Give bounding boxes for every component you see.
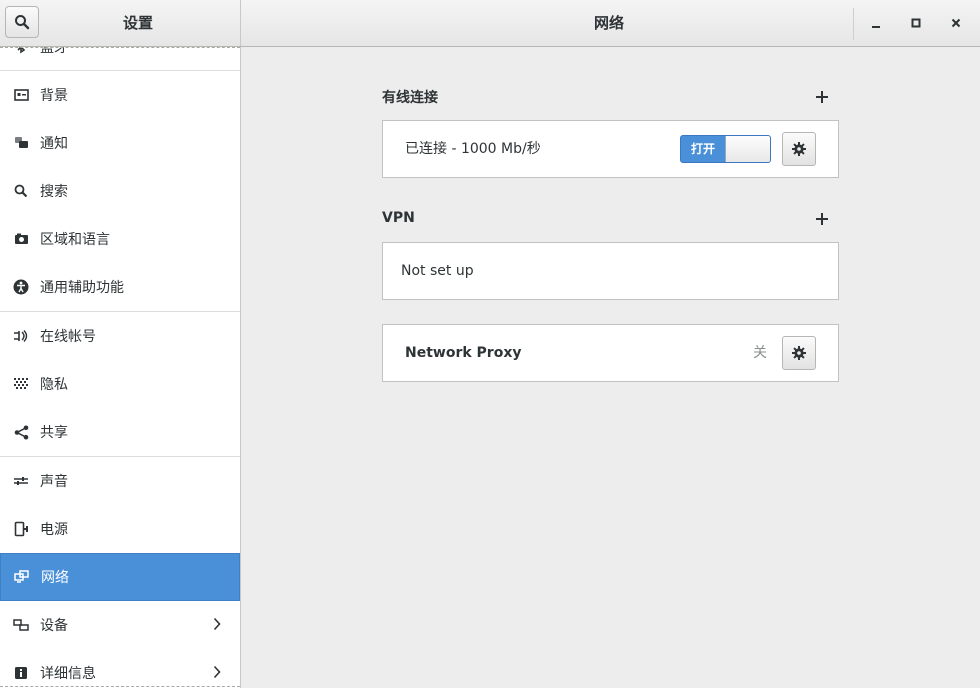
region-language-icon [12,230,30,248]
proxy-title: Network Proxy [405,345,522,361]
add-vpn-button[interactable] [814,211,830,227]
sidebar: 蓝牙 背景 通知 搜索 区域和语言 通用辅助功能 在线帐号 隐私 共享 声音 电… [0,47,241,688]
close-icon [951,18,961,28]
search-icon [12,182,30,200]
chevron-right-icon [212,617,222,635]
sidebar-item-label: 在线帐号 [40,329,96,345]
sidebar-item-label: 共享 [40,425,68,441]
details-icon [12,664,30,682]
devices-icon [12,616,30,634]
sidebar-item-label: 蓝牙 [40,47,68,56]
sidebar-item-label: 设备 [40,618,68,634]
plus-icon [816,91,828,103]
minimize-icon [872,26,880,28]
power-icon [12,520,30,538]
wired-section-title: 有线连接 [382,90,438,106]
background-icon [12,86,30,104]
maximize-icon [911,18,921,28]
sidebar-item-label: 网络 [41,570,69,586]
switch-on-label: 打开 [690,142,715,156]
switch-knob [725,136,770,162]
proxy-settings-button[interactable] [782,336,816,370]
share-icon [12,423,30,441]
scroll-edge [0,47,240,48]
wired-toggle-switch[interactable]: 打开 [680,135,771,163]
bluetooth-icon [12,47,30,56]
proxy-status: 关 [753,345,767,361]
sidebar-item-label: 电源 [40,522,68,538]
notification-icon [12,134,30,152]
sidebar-item-sound[interactable]: 声音 [0,457,240,505]
sidebar-item-label: 背景 [40,88,68,104]
sidebar-item-bluetooth[interactable]: 蓝牙 [0,47,240,71]
sidebar-item-region-language[interactable]: 区域和语言 [0,215,240,263]
wired-settings-button[interactable] [782,132,816,166]
network-proxy-row[interactable]: Network Proxy 关 [382,324,839,382]
header-bar: 设置 网络 [0,0,980,47]
sidebar-item-sharing[interactable]: 共享 [0,408,240,456]
sidebar-item-label: 详细信息 [40,666,96,682]
sidebar-item-online-accounts[interactable]: 在线帐号 [0,312,240,360]
sidebar-item-label: 区域和语言 [40,232,110,248]
settings-title: 设置 [122,14,153,32]
vpn-row: Not set up [382,242,839,300]
sidebar-item-label: 声音 [40,474,68,490]
chevron-right-icon [212,665,222,683]
sidebar-item-power[interactable]: 电源 [0,505,240,553]
maximize-button[interactable] [901,8,931,38]
wired-connection-row: 已连接 - 1000 Mb/秒 打开 [382,120,839,178]
sidebar-item-label: 通知 [40,136,68,152]
sidebar-item-accessibility[interactable]: 通用辅助功能 [0,263,240,311]
sidebar-item-privacy[interactable]: 隐私 [0,360,240,408]
sidebar-item-search[interactable]: 搜索 [0,167,240,215]
minimize-button[interactable] [861,8,891,38]
header-separator [853,8,854,40]
search-icon [15,15,30,30]
vpn-status: Not set up [401,263,474,279]
network-icon [13,568,31,586]
sidebar-item-label: 隐私 [40,377,68,393]
sidebar-item-devices[interactable]: 设备 [0,601,240,649]
sidebar-item-background[interactable]: 背景 [0,71,240,119]
sound-icon [12,472,30,490]
plus-icon [816,213,828,225]
sidebar-item-details[interactable]: 详细信息 [0,649,240,688]
scroll-edge [0,686,240,687]
sidebar-header: 设置 [0,0,241,46]
sidebar-item-network[interactable]: 网络 [0,553,240,601]
privacy-icon [12,375,30,393]
vpn-section-title: VPN [382,210,415,226]
search-button[interactable] [5,6,39,38]
online-accounts-icon [12,327,30,345]
gear-icon [792,346,806,360]
close-button[interactable] [941,8,971,38]
sidebar-item-label: 通用辅助功能 [40,280,124,296]
gear-icon [792,142,806,156]
add-wired-button[interactable] [814,89,830,105]
wired-status: 已连接 - 1000 Mb/秒 [405,141,541,157]
sidebar-item-notifications[interactable]: 通知 [0,119,240,167]
sidebar-item-label: 搜索 [40,184,68,200]
accessibility-icon [12,278,30,296]
